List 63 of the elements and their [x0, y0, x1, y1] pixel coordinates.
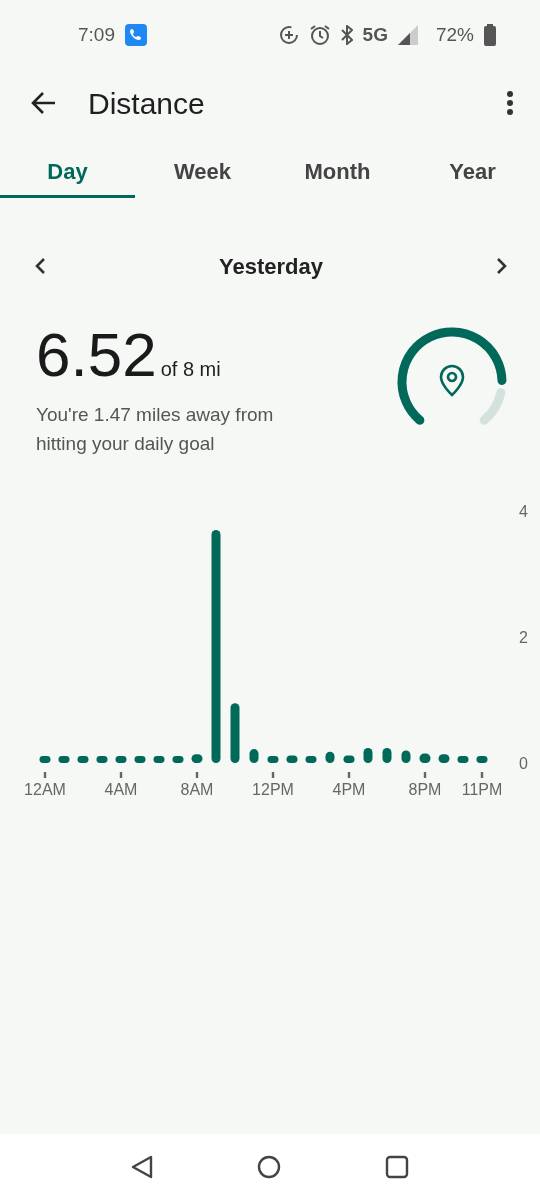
data-saver-icon	[278, 25, 299, 45]
tab[interactable]: Day	[0, 148, 135, 198]
tick-mark	[271, 771, 275, 778]
bar	[401, 750, 411, 763]
bar	[325, 751, 335, 763]
tick-mark	[480, 771, 484, 778]
bar	[476, 756, 488, 763]
goal-message: You're 1.47 miles away from hitting your daily goal	[36, 403, 275, 457]
bar	[286, 755, 298, 763]
tick-mark	[347, 771, 351, 778]
x-axis-label: 4PM	[332, 780, 366, 798]
bar	[134, 756, 146, 763]
bar	[305, 756, 317, 763]
gauge-track	[479, 388, 506, 425]
tick-mark	[43, 771, 47, 778]
bluetooth-icon	[340, 25, 353, 45]
tab[interactable]: Year	[405, 148, 540, 198]
bar	[438, 754, 450, 763]
y-axis-label: 0	[519, 754, 528, 772]
date-label: Yesterday	[219, 252, 323, 281]
x-axis-label: 8AM	[180, 780, 214, 798]
bar	[191, 754, 203, 763]
tick-mark	[423, 771, 427, 778]
x-axis-label: 4AM	[104, 780, 138, 798]
bar	[58, 756, 70, 763]
battery-percent: 72%	[435, 22, 474, 47]
tick-mark	[119, 771, 123, 778]
bar	[39, 756, 51, 763]
alarm-icon	[308, 24, 331, 46]
x-axis-label: 11PM	[461, 780, 503, 798]
x-axis-label: 12PM	[252, 780, 294, 798]
y-axis-label: 4	[519, 502, 528, 520]
network-type: 5G	[362, 22, 388, 47]
chevron-right-icon	[496, 257, 508, 275]
signal-icon	[397, 25, 418, 45]
bar	[96, 756, 108, 763]
bar	[419, 753, 431, 763]
bar	[249, 749, 259, 763]
more-icon	[506, 90, 514, 116]
bar	[457, 756, 469, 763]
bar	[172, 756, 184, 763]
bar	[267, 756, 279, 763]
chevron-left-icon	[34, 257, 46, 275]
status-time: 7:09	[78, 22, 115, 47]
bar	[363, 747, 373, 763]
goal-text: of 8 mi	[160, 357, 221, 382]
y-axis-label: 2	[519, 628, 528, 646]
bar	[153, 756, 165, 763]
tab[interactable]: Week	[135, 148, 270, 198]
bar	[115, 756, 127, 763]
tick-mark	[195, 771, 199, 778]
bar	[230, 703, 240, 763]
tab[interactable]: Month	[270, 148, 405, 198]
battery-icon	[484, 24, 496, 46]
page-title: Distance	[88, 85, 206, 122]
bar	[343, 755, 355, 763]
x-axis-label: 8PM	[408, 780, 442, 798]
bar	[77, 756, 89, 763]
location-pin-icon	[439, 364, 465, 397]
distance-value: 6.52	[36, 324, 157, 386]
x-axis-label: 12AM	[24, 780, 66, 798]
phone-icon	[125, 24, 147, 46]
bar	[382, 747, 392, 763]
